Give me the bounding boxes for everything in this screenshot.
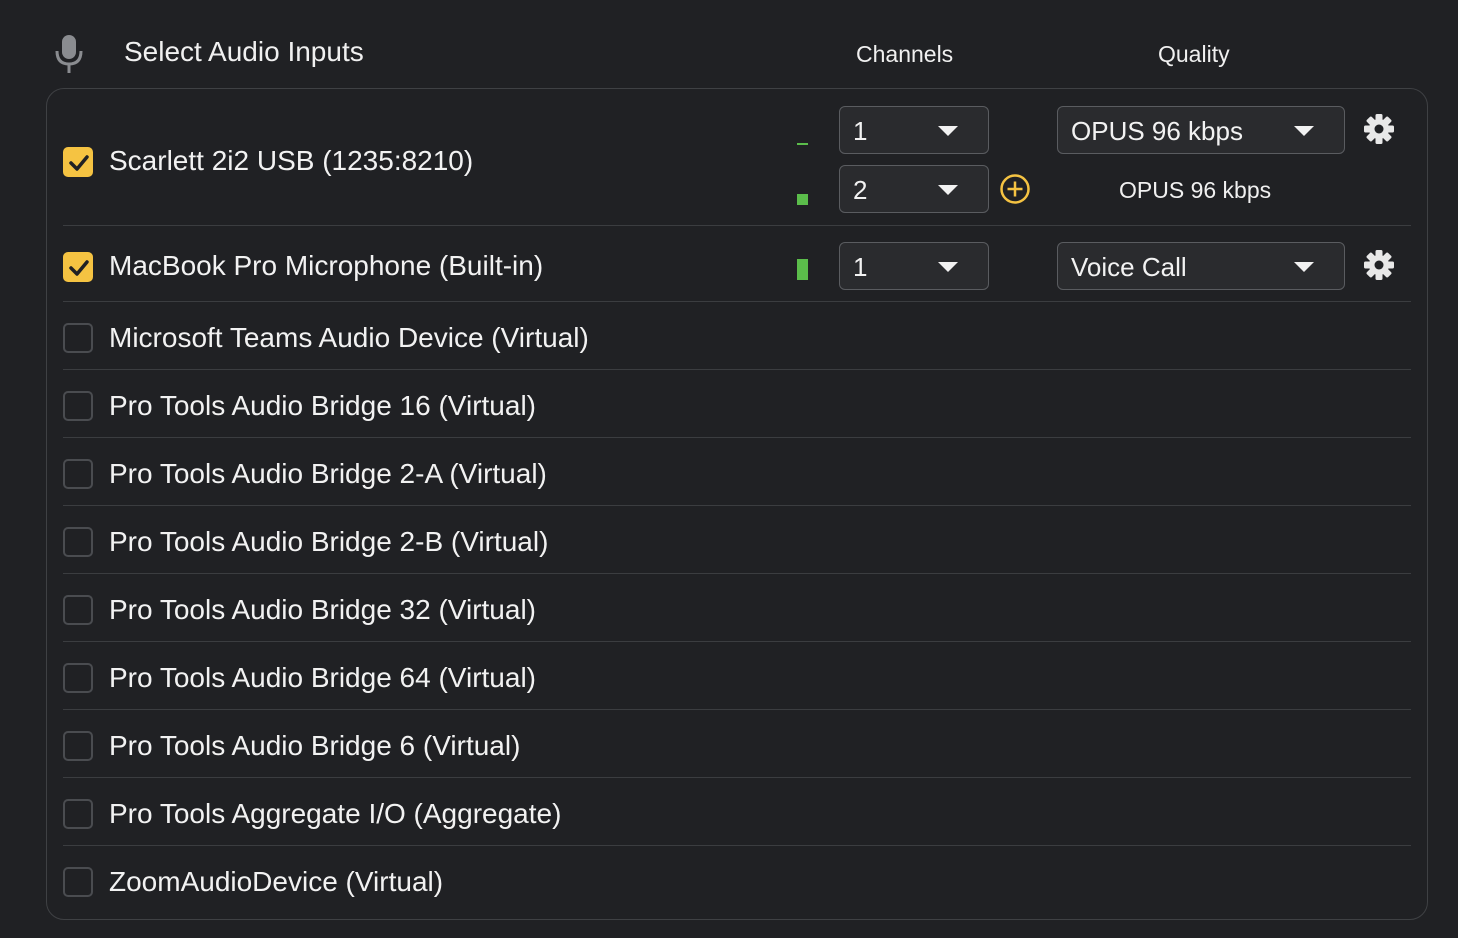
- level-meter-channel-2: [797, 194, 808, 205]
- device-label: Pro Tools Audio Bridge 6 (Virtual): [109, 730, 521, 761]
- device-row: ZoomAudioDevice (Virtual): [63, 846, 1411, 913]
- chevron-down-icon: [1294, 126, 1314, 136]
- quality-select-1[interactable]: OPUS 96 kbps: [1057, 106, 1345, 154]
- device-label: Pro Tools Aggregate I/O (Aggregate): [109, 798, 562, 829]
- device-label: Scarlett 2i2 USB (1235:8210): [109, 145, 474, 176]
- channel-select-value: 1: [853, 116, 868, 146]
- device-label: Pro Tools Audio Bridge 2-A (Virtual): [109, 458, 547, 489]
- quality-value-text: OPUS 96 kbps: [1119, 177, 1272, 203]
- device-label: Microsoft Teams Audio Device (Virtual): [109, 322, 589, 353]
- device-checkbox[interactable]: [63, 663, 93, 693]
- device-checkbox[interactable]: [63, 459, 93, 489]
- device-checkbox[interactable]: [63, 799, 93, 829]
- microphone-icon: [55, 35, 83, 73]
- chevron-down-icon: [938, 262, 958, 272]
- level-meter-channel-1: [797, 259, 808, 280]
- quality-column-header: Quality: [1158, 41, 1230, 67]
- device-checkbox[interactable]: [63, 867, 93, 897]
- device-label: Pro Tools Audio Bridge 16 (Virtual): [109, 390, 536, 421]
- chevron-down-icon: [1294, 262, 1314, 272]
- device-row-macbook: MacBook Pro Microphone (Built-in) 1 Voic…: [63, 226, 1411, 302]
- device-label: Pro Tools Audio Bridge 32 (Virtual): [109, 594, 536, 625]
- device-checkbox[interactable]: [63, 595, 93, 625]
- page-title: Select Audio Inputs: [124, 36, 364, 67]
- device-list-panel: Scarlett 2i2 USB (1235:8210) 1 OPUS 96 k…: [46, 88, 1428, 920]
- chevron-down-icon: [938, 126, 958, 136]
- device-label: Pro Tools Audio Bridge 2-B (Virtual): [109, 526, 549, 557]
- device-label: ZoomAudioDevice (Virtual): [109, 866, 444, 897]
- device-checkbox-macbook[interactable]: [63, 252, 93, 282]
- device-row: Pro Tools Audio Bridge 64 (Virtual): [63, 642, 1411, 710]
- channel-select-value: 2: [853, 175, 868, 205]
- channel-select-2[interactable]: 2: [839, 165, 989, 213]
- level-meter-channel-1: [797, 143, 808, 145]
- device-row: Pro Tools Audio Bridge 16 (Virtual): [63, 370, 1411, 438]
- channel-select-1[interactable]: 1: [839, 106, 989, 154]
- device-row: Pro Tools Audio Bridge 6 (Virtual): [63, 710, 1411, 778]
- device-label: MacBook Pro Microphone (Built-in): [109, 250, 544, 281]
- device-row: Pro Tools Audio Bridge 2-A (Virtual): [63, 438, 1411, 506]
- device-checkbox[interactable]: [63, 391, 93, 421]
- quality-select-value: Voice Call: [1071, 252, 1187, 282]
- channel-select-value: 1: [853, 252, 868, 282]
- header: Select Audio Inputs Channels Quality: [0, 0, 1458, 88]
- chevron-down-icon: [938, 185, 958, 195]
- add-channel-icon[interactable]: [999, 173, 1031, 205]
- device-checkbox-scarlett[interactable]: [63, 147, 93, 177]
- device-row: Microsoft Teams Audio Device (Virtual): [63, 302, 1411, 370]
- channel-select-1[interactable]: 1: [839, 242, 989, 290]
- channels-column-header: Channels: [856, 41, 954, 67]
- device-checkbox[interactable]: [63, 323, 93, 353]
- device-checkbox[interactable]: [63, 731, 93, 761]
- gear-icon[interactable]: [1363, 249, 1395, 281]
- device-row: Pro Tools Aggregate I/O (Aggregate): [63, 778, 1411, 846]
- quality-select-value: OPUS 96 kbps: [1071, 116, 1243, 146]
- device-row-scarlett: Scarlett 2i2 USB (1235:8210) 1 OPUS 96 k…: [63, 105, 1411, 226]
- device-checkbox[interactable]: [63, 527, 93, 557]
- gear-icon[interactable]: [1363, 113, 1395, 145]
- device-row: Pro Tools Audio Bridge 2-B (Virtual): [63, 506, 1411, 574]
- device-label: Pro Tools Audio Bridge 64 (Virtual): [109, 662, 536, 693]
- device-row: Pro Tools Audio Bridge 32 (Virtual): [63, 574, 1411, 642]
- quality-select-1[interactable]: Voice Call: [1057, 242, 1345, 290]
